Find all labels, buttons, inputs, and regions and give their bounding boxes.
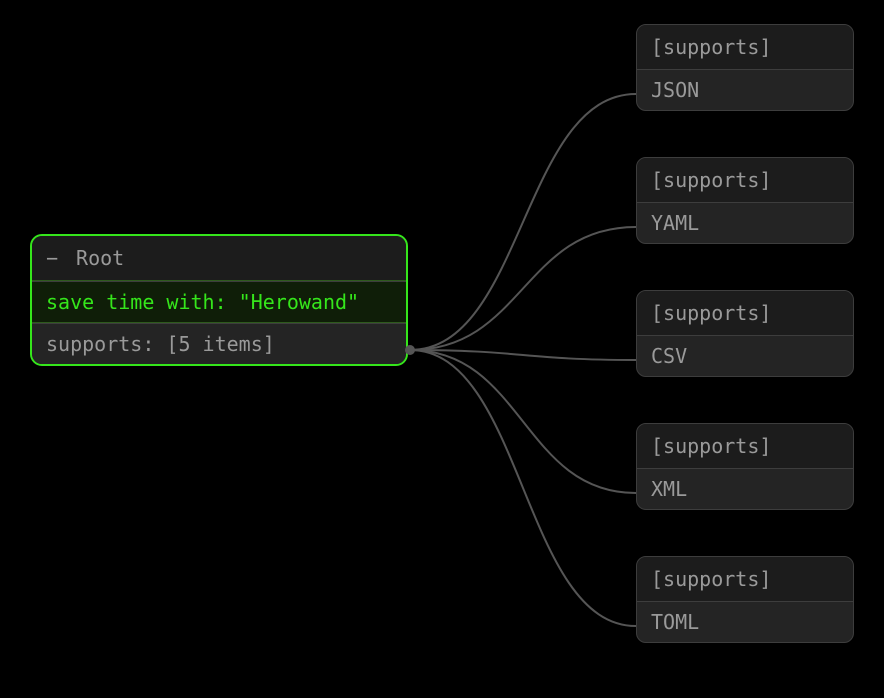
child-node-csv[interactable]: [supports] CSV: [636, 290, 854, 377]
root-title: Root: [76, 246, 124, 270]
root-kv-key: save time with:: [46, 290, 227, 314]
child-tag: [supports]: [637, 158, 853, 202]
root-array-summary: [5 items]: [166, 332, 274, 356]
edge: [410, 350, 636, 360]
child-value: JSON: [637, 69, 853, 110]
child-node-toml[interactable]: [supports] TOML: [636, 556, 854, 643]
edge: [410, 94, 636, 350]
root-header[interactable]: − Root: [32, 236, 406, 281]
child-node-json[interactable]: [supports] JSON: [636, 24, 854, 111]
child-tag: [supports]: [637, 291, 853, 335]
root-kv-value: "Herowand": [239, 290, 359, 314]
edge: [410, 350, 636, 493]
child-tag: [supports]: [637, 25, 853, 69]
child-tag: [supports]: [637, 424, 853, 468]
root-output-port[interactable]: [405, 345, 415, 355]
root-array-key: supports:: [46, 332, 154, 356]
root-node[interactable]: − Root save time with: "Herowand" suppor…: [30, 234, 408, 366]
child-tag: [supports]: [637, 557, 853, 601]
child-value: YAML: [637, 202, 853, 243]
child-value: TOML: [637, 601, 853, 642]
root-kv-row: save time with: "Herowand": [32, 281, 406, 323]
child-value: XML: [637, 468, 853, 509]
edge: [410, 350, 636, 626]
edge: [410, 227, 636, 350]
root-array-row: supports: [5 items]: [32, 323, 406, 364]
child-node-xml[interactable]: [supports] XML: [636, 423, 854, 510]
collapse-toggle[interactable]: −: [46, 246, 64, 270]
child-value: CSV: [637, 335, 853, 376]
child-node-yaml[interactable]: [supports] YAML: [636, 157, 854, 244]
